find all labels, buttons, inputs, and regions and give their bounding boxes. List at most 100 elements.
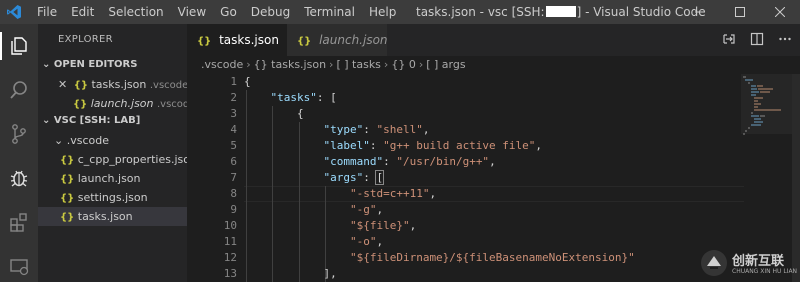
json-file-icon: {} — [197, 36, 212, 47]
line-number: 1 — [230, 75, 237, 88]
breadcrumb-item[interactable]: [ ] args — [426, 58, 465, 71]
code-token: "shell" — [376, 123, 423, 136]
open-editor-folder: .vscode — [157, 99, 187, 110]
source-control-button[interactable] — [0, 114, 38, 154]
code-line: "args": [ — [323, 170, 385, 185]
tab-launch-json[interactable]: {} launch.json — [287, 24, 388, 56]
explorer-button[interactable] — [0, 26, 38, 66]
open-editor-name: tasks.json — [91, 78, 147, 91]
maximize-icon — [735, 7, 745, 17]
file-name: launch.json — [77, 172, 141, 185]
breadcrumb-item[interactable]: {} tasks.json — [254, 58, 326, 71]
activity-bar — [0, 24, 38, 282]
open-editor-name: launch.json — [90, 97, 154, 110]
open-editors-label: OPEN EDITORS — [53, 59, 138, 70]
file-item[interactable]: {} c_cpp_properties.json — [38, 150, 187, 169]
file-item[interactable]: {} launch.json — [38, 169, 187, 188]
code-line: "${fileDirname}/${fileBasenameNoExtensio… — [244, 250, 635, 266]
json-file-icon: {} — [73, 99, 88, 110]
redaction-box — [545, 6, 576, 17]
code-token: "-o" — [349, 235, 377, 248]
code-token: "args" — [323, 171, 364, 184]
code-token: { — [296, 107, 304, 120]
menu-help[interactable]: Help — [362, 0, 403, 24]
code-line: "command": "/usr/bin/g++", — [323, 155, 496, 168]
extensions-button[interactable] — [0, 202, 38, 242]
menu-debug[interactable]: Debug — [244, 0, 297, 24]
open-editor-item[interactable]: ✕ {} tasks.json .vscode — [38, 75, 187, 94]
json-file-icon: {} — [60, 174, 75, 185]
breadcrumb-item[interactable]: [ ] tasks — [336, 58, 380, 71]
debug-button[interactable] — [0, 158, 38, 198]
chevron-down-icon: ⌄ — [42, 115, 51, 126]
line-number: 3 — [230, 107, 237, 120]
minimize-button[interactable] — [680, 0, 720, 24]
code-line: { — [244, 106, 304, 122]
vscode-logo-icon — [7, 5, 21, 19]
maximize-button[interactable] — [720, 0, 760, 24]
code-line: "-g", — [349, 203, 384, 216]
line-number: 4 — [230, 123, 237, 136]
menu-terminal[interactable]: Terminal — [297, 0, 362, 24]
editor-actions — [722, 32, 792, 46]
tab-tasks-json[interactable]: {} tasks.json × — [187, 24, 299, 56]
source-control-icon — [12, 124, 26, 144]
chevron-down-icon: ⌄ — [54, 134, 64, 147]
line-number: 2 — [230, 91, 237, 104]
remote-explorer-icon — [10, 259, 29, 276]
minimize-icon — [695, 11, 705, 13]
explorer-sidebar: EXPLORER ⌄ OPEN EDITORS ✕ {} tasks.json … — [38, 24, 187, 282]
workspace-header[interactable]: ⌄ VSC [SSH: LAB] — [38, 113, 187, 129]
close-button[interactable] — [760, 0, 800, 24]
line-number: 10 — [223, 219, 237, 232]
breadcrumb: .vscode ›{} tasks.json ›[ ] tasks ›{} 0 ›[ ]… — [187, 56, 800, 74]
code-token: "${fileDirname}/${fileBasenameNoExtensio… — [349, 251, 635, 264]
code-token: { — [244, 75, 251, 88]
menu-go[interactable]: Go — [213, 0, 244, 24]
code-token: "/usr/bin/g++" — [396, 155, 490, 168]
code-line: "tasks": [ — [244, 90, 337, 106]
close-editor-icon[interactable]: ✕ — [58, 78, 67, 91]
window-controls — [680, 0, 800, 24]
file-name: settings.json — [77, 191, 148, 204]
code-line: "label": "g++ build active file", — [323, 139, 543, 152]
json-file-icon: {} — [60, 193, 75, 204]
open-editors-header[interactable]: ⌄ OPEN EDITORS — [38, 57, 187, 73]
split-editor-icon[interactable] — [750, 32, 764, 46]
file-name: c_cpp_properties.json — [77, 153, 187, 166]
code-token: "command" — [323, 155, 384, 168]
more-actions-icon[interactable] — [778, 32, 792, 46]
code-line: "${file}", — [349, 219, 417, 232]
breadcrumb-item[interactable]: {} 0 — [391, 58, 416, 71]
code-line: "type": "shell", — [323, 123, 430, 136]
search-button[interactable] — [0, 70, 38, 110]
json-file-icon: {} — [60, 212, 75, 223]
file-item-selected[interactable]: {} tasks.json — [38, 207, 187, 226]
chevron-right-icon: › — [418, 58, 424, 71]
code-line: "-std=c++11", — [349, 187, 437, 200]
tab-label: tasks.json — [219, 33, 279, 47]
menu-view[interactable]: View — [171, 0, 213, 24]
chevron-right-icon: › — [329, 58, 334, 71]
code-token: "g++ build active file" — [383, 139, 536, 152]
code-token: "-std=c++11" — [349, 187, 430, 200]
extensions-icon — [10, 213, 27, 232]
menu-selection[interactable]: Selection — [101, 0, 170, 24]
open-editor-item[interactable]: {} launch.json .vscode — [38, 94, 187, 113]
menu-edit[interactable]: Edit — [64, 0, 101, 24]
json-file-icon: {} — [297, 36, 312, 47]
menu-bar: File Edit Selection View Go Debug Termin… — [30, 0, 403, 24]
remote-explorer-button[interactable] — [0, 246, 38, 282]
code-token: : [ — [316, 91, 337, 104]
chevron-down-icon: ⌄ — [42, 59, 51, 70]
open-changes-icon[interactable] — [722, 32, 736, 46]
line-number: 5 — [230, 139, 237, 152]
line-number: 8 — [230, 187, 237, 200]
line-number: 12 — [223, 251, 237, 264]
bracket-match: [ — [375, 170, 385, 185]
file-item[interactable]: {} settings.json — [38, 188, 187, 207]
folder-item[interactable]: ⌄ .vscode — [38, 131, 187, 150]
code-line: { — [244, 74, 251, 90]
breadcrumb-item[interactable]: .vscode — [201, 58, 243, 71]
menu-file[interactable]: File — [30, 0, 64, 24]
